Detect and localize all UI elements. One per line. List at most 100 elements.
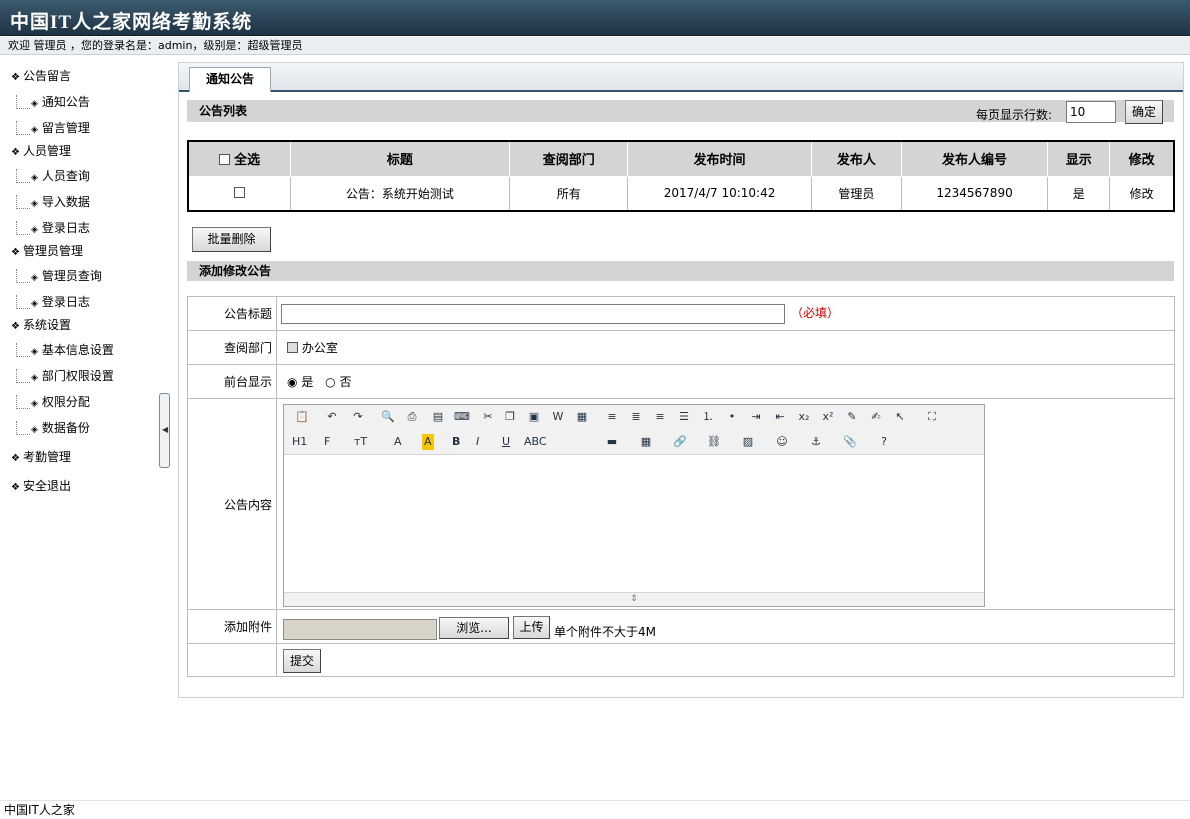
superscript-icon[interactable]: x² (820, 409, 836, 425)
align-center-icon[interactable]: ≣ (628, 409, 644, 425)
select-all-icon[interactable]: ▦ (574, 409, 590, 425)
col-edit: 修改 (1109, 140, 1175, 177)
table-icon[interactable]: ▦ (638, 434, 654, 450)
cut-icon[interactable]: ✂ (480, 409, 496, 425)
bold-button[interactable]: B (452, 434, 460, 450)
heading-dropdown[interactable]: H1 (292, 434, 307, 450)
col-time: 发布时间 (627, 140, 812, 177)
select-all-checkbox[interactable] (218, 154, 230, 166)
dept-checkbox-office[interactable] (287, 342, 298, 353)
outdent-icon[interactable]: ⇤ (772, 409, 788, 425)
display-yes-radio[interactable]: ◉ (287, 375, 297, 389)
print-icon[interactable]: ⎙ (404, 409, 420, 425)
indent-icon[interactable]: ⇥ (748, 409, 764, 425)
paste-text-icon[interactable]: ▣ (526, 409, 542, 425)
app-title: 中国IT人之家网络考勤系统 (10, 12, 253, 33)
justify-icon[interactable]: ☰ (676, 409, 692, 425)
sidebar-group-attendance[interactable]: ❖ 考勤管理 (11, 448, 71, 465)
confirm-button[interactable]: 确定 (1125, 100, 1163, 124)
unordered-list-icon[interactable]: • (724, 409, 740, 425)
editor-content-area[interactable] (284, 456, 984, 592)
col-publisher: 发布人 (810, 140, 902, 177)
batch-delete-button[interactable]: 批量删除 (192, 227, 271, 252)
sidebar-item-permission-assign[interactable]: ◈ 权限分配 (16, 392, 90, 412)
sidebar-group-settings[interactable]: ❖ 系统设置 (11, 316, 71, 333)
sidebar-group-personnel[interactable]: ❖ 人员管理 (11, 142, 71, 159)
sidebar-item-admin-login-log[interactable]: ◈ 登录日志 (16, 292, 90, 312)
image-icon[interactable]: ▨ (740, 434, 756, 450)
sidebar-item-personnel-query[interactable]: ◈ 人员查询 (16, 166, 90, 186)
title-input[interactable] (281, 303, 785, 324)
sidebar-group-admin[interactable]: ❖ 管理员管理 (11, 242, 83, 259)
font-family-dropdown[interactable]: F (324, 434, 330, 450)
attach-note: 单个附件不大于4M (554, 625, 656, 639)
app-header: 中国IT人之家网络考勤系统 (0, 0, 1190, 36)
select-all-header[interactable]: 全选 (187, 140, 291, 177)
form-section-title: 添加修改公告 (187, 261, 1174, 281)
help-icon[interactable]: ? (876, 434, 892, 450)
unlink-icon[interactable]: ⛓ (706, 434, 722, 450)
undo-icon[interactable]: ↶ (324, 409, 340, 425)
sidebar-item-login-log[interactable]: ◈ 登录日志 (16, 218, 90, 238)
row-dept: 所有 (509, 175, 629, 212)
display-no-radio[interactable]: ○ (325, 375, 335, 389)
select-icon[interactable]: ↖ (892, 409, 908, 425)
title-label: 公告标题 (187, 296, 277, 331)
sidebar-item-dept-permission[interactable]: ◈ 部门权限设置 (16, 366, 114, 386)
row-edit-link[interactable]: 修改 (1109, 175, 1175, 212)
rich-text-editor: 📋 ↶ ↷ 🔍 ⎙ ▤ ⌨ ✂ ❐ ▣ W ▦ ≡ ≣ ≡ ☰ ⒈ • ⇥ ⇤ x₂ x² ✎ ✍ ↖ ⛶ H1 FтT A A B I U AB… (283, 404, 985, 607)
emoticon-icon[interactable]: ☺ (774, 434, 790, 450)
tab-notice[interactable]: 通知公告 (189, 67, 271, 92)
code-icon[interactable]: ⌨ (454, 409, 470, 425)
upload-button[interactable]: 上传 (513, 616, 550, 639)
perpage-input[interactable]: 10 (1066, 101, 1116, 123)
file-input[interactable] (283, 619, 437, 640)
underline-button[interactable]: U (502, 434, 510, 450)
copy-icon[interactable]: ❐ (502, 409, 518, 425)
sidebar-item-basic-info[interactable]: ◈ 基本信息设置 (16, 340, 114, 360)
paste-icon[interactable]: 📋 (294, 409, 310, 425)
sidebar-item-notice[interactable]: ◈ 通知公告 (16, 92, 90, 112)
sidebar-item-data-backup[interactable]: ◈ 数据备份 (16, 418, 90, 438)
strikethrough-button[interactable]: ABC (524, 434, 547, 450)
content-label: 公告内容 (187, 398, 277, 610)
ordered-list-icon[interactable]: ⒈ (700, 409, 716, 425)
sidebar-item-message[interactable]: ◈ 留言管理 (16, 118, 90, 138)
anchor-icon[interactable]: ⚓ (808, 434, 824, 450)
link-icon[interactable]: 🔗 (672, 434, 688, 450)
attachment-icon[interactable]: 📎 (842, 434, 858, 450)
highlight-color-dropdown[interactable]: A (422, 434, 434, 450)
italic-button[interactable]: I (476, 434, 479, 450)
sidebar-item-import-data[interactable]: ◈ 导入数据 (16, 192, 90, 212)
font-size-dropdown[interactable]: тT (354, 434, 367, 450)
col-publisher-id: 发布人编号 (900, 140, 1049, 177)
clear-format-icon[interactable]: ✎ (844, 409, 860, 425)
browse-button[interactable]: 浏览... (439, 617, 509, 639)
align-left-icon[interactable]: ≡ (604, 409, 620, 425)
paste-word-icon[interactable]: W (550, 409, 566, 425)
row-checkbox[interactable] (233, 187, 245, 199)
sidebar-collapse-toggle[interactable]: ◀ (159, 393, 170, 468)
sidebar-item-admin-query[interactable]: ◈ 管理员查询 (16, 266, 102, 286)
perpage-label: 每页显示行数: (976, 108, 1053, 122)
align-right-icon[interactable]: ≡ (652, 409, 668, 425)
col-dept: 查阅部门 (509, 140, 629, 177)
horizontal-rule-icon[interactable]: ▬ (604, 434, 620, 450)
sidebar-group-logout[interactable]: ❖ 安全退出 (11, 477, 71, 494)
col-title: 标题 (289, 140, 511, 177)
quick-format-icon[interactable]: ✍ (868, 409, 884, 425)
subscript-icon[interactable]: x₂ (796, 409, 812, 425)
main-panel: 通知公告 公告列表 每页显示行数: 10 确定 全选 标题 查阅部门 发布时间 … (178, 62, 1184, 698)
row-show: 是 (1047, 175, 1111, 212)
editor-resize-handle[interactable]: ⇕ (284, 592, 984, 606)
sidebar-group-notice[interactable]: ❖ 公告留言 (11, 67, 71, 84)
dept-option-label: 办公室 (301, 341, 338, 355)
submit-button[interactable]: 提交 (283, 649, 321, 673)
template-icon[interactable]: ▤ (430, 409, 446, 425)
font-color-dropdown[interactable]: A (394, 434, 402, 450)
fullscreen-icon[interactable]: ⛶ (924, 409, 940, 425)
tab-bar: 通知公告 (179, 63, 1183, 92)
attach-label: 添加附件 (187, 609, 277, 644)
preview-icon[interactable]: 🔍 (380, 409, 396, 425)
redo-icon[interactable]: ↷ (350, 409, 366, 425)
